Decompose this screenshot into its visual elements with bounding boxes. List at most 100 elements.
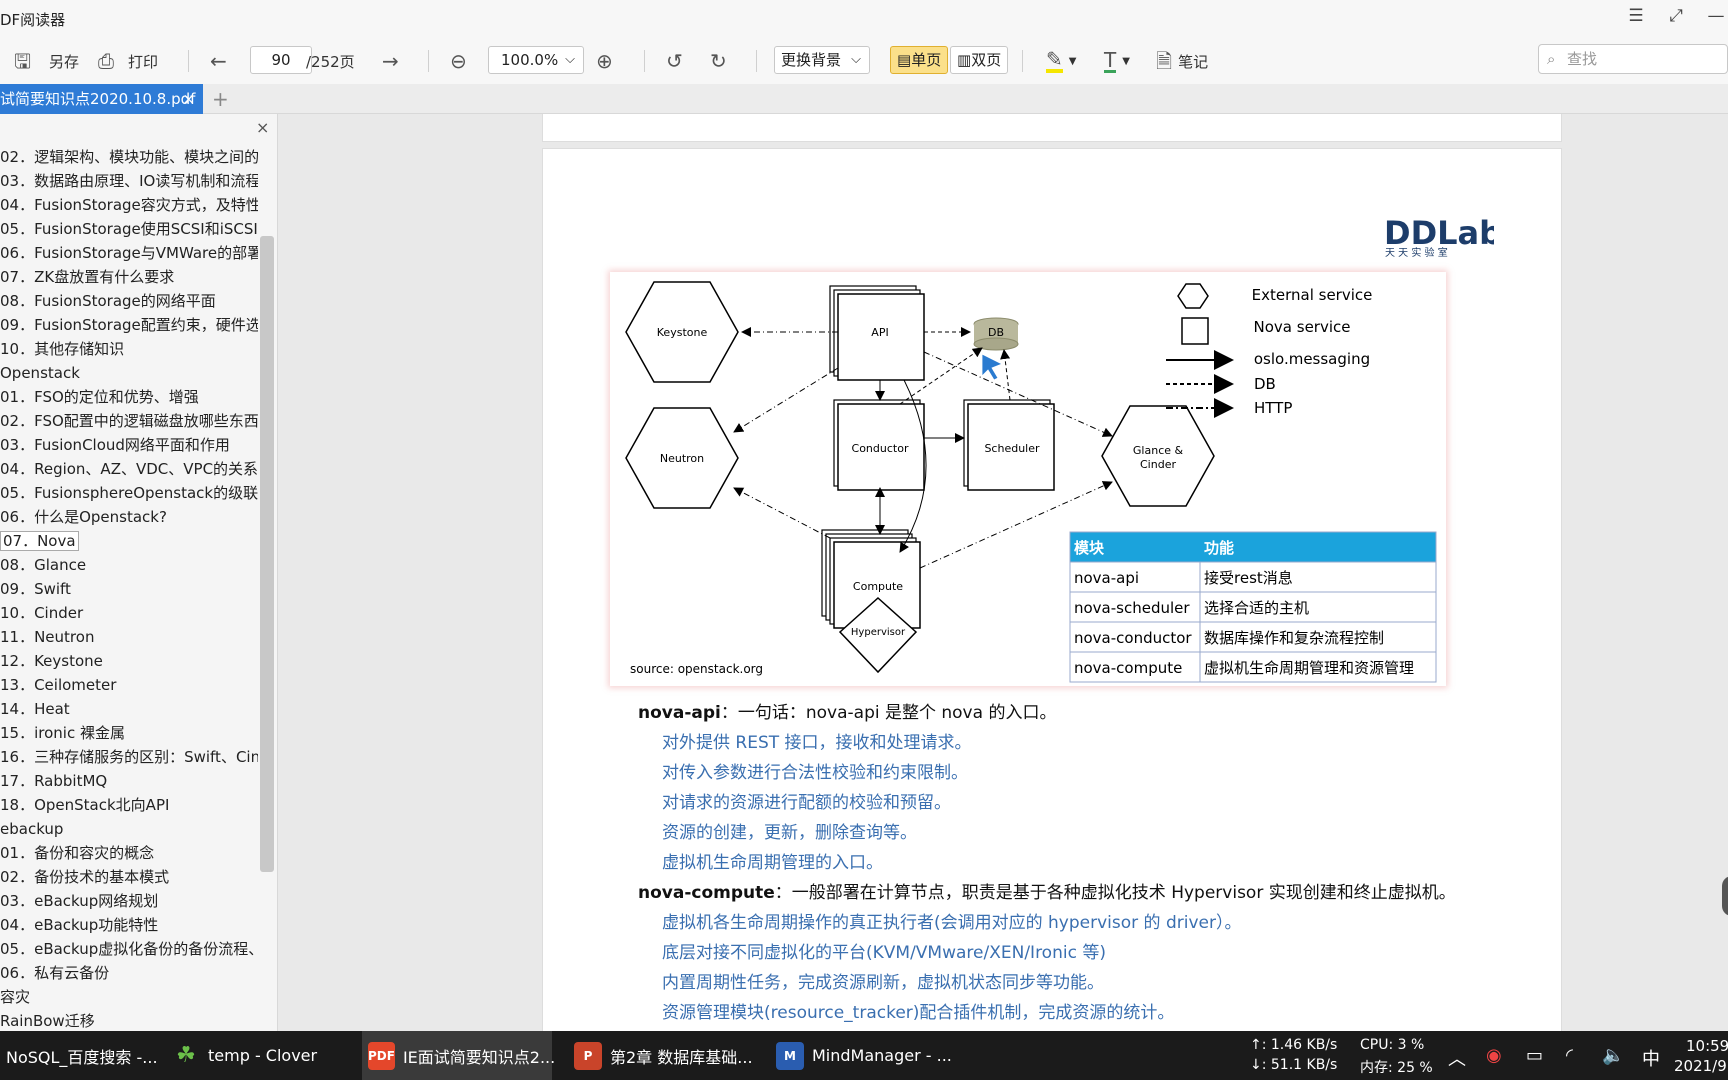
clock-time[interactable]: 10:59 xyxy=(1686,1037,1728,1055)
save-as-label: 另存 xyxy=(49,52,80,71)
chevron-down-icon: ▼ xyxy=(1068,55,1077,67)
keystone-label: Keystone xyxy=(657,326,708,339)
notes-button[interactable]: 🗎 笔记 xyxy=(1156,46,1208,76)
new-tab-button[interactable]: + xyxy=(212,84,229,114)
next-page-button[interactable]: → xyxy=(382,46,399,76)
record-icon[interactable]: ◉ xyxy=(1486,1045,1502,1066)
outline-item[interactable]: 04．Region、AZ、VDC、VPC的关系 xyxy=(0,457,258,481)
cpu-usage: CPU: 3 % xyxy=(1360,1037,1425,1053)
print-button[interactable]: ⎙ 打印 xyxy=(98,46,158,76)
outline-item[interactable]: 01．备份和容灾的概念 xyxy=(0,841,258,865)
outline-item[interactable]: 02．逻辑架构、模块功能、模块之间的关系 xyxy=(0,145,258,169)
wifi-icon[interactable]: ◜ xyxy=(1566,1045,1573,1066)
search-input[interactable]: ⌕ 查找 xyxy=(1538,44,1728,74)
outline-item-label: 06．私有云备份 xyxy=(0,964,110,982)
list-item: 内置周期性任务，完成资源刷新，虚拟机状态同步等功能。 xyxy=(662,973,1104,993)
outline-item[interactable]: 02．备份技术的基本模式 xyxy=(0,865,258,889)
outline-item[interactable]: 05．eBackup虚拟化备份的备份流程、恢复 xyxy=(0,937,258,961)
ime-indicator[interactable]: 中 xyxy=(1642,1045,1660,1071)
outline-item[interactable]: 06．什么是Openstack? xyxy=(0,505,258,529)
hamburger-icon[interactable]: ☰ xyxy=(1622,6,1650,26)
outline-item[interactable]: 09．FusionStorage配置约束，硬件选型 xyxy=(0,313,258,337)
outline-item[interactable]: 01．FSO的定位和优势、增强 xyxy=(0,385,258,409)
outline-item[interactable]: 04．FusionStorage容灾方式，及特性 xyxy=(0,193,258,217)
save-as-button[interactable]: 🖫 另存 xyxy=(14,46,79,76)
outline-item[interactable]: 07．ZK盘放置有什么要求 xyxy=(0,265,258,289)
highlight-button[interactable]: ✎ ▼ xyxy=(1046,46,1076,76)
outline-item[interactable]: 17．RabbitMQ xyxy=(0,769,258,793)
outline-item[interactable]: 10．其他存储知识 xyxy=(0,337,258,361)
outline-item-label: 05．eBackup虚拟化备份的备份流程、恢复 xyxy=(0,940,258,958)
outline-item[interactable]: 14．Heat xyxy=(0,697,258,721)
outline-item[interactable]: 04．eBackup功能特性 xyxy=(0,913,258,937)
outline-item-label: 16．三种存储服务的区别：Swift、Cinder xyxy=(0,748,258,766)
divider xyxy=(644,50,645,72)
outline-item[interactable]: 03．FusionCloud网络平面和作用 xyxy=(0,433,258,457)
nova-compute-desc: ：一般部署在计算节点，职责是基于各种虚拟化技术 Hypervisor 实现创建和… xyxy=(774,883,1456,903)
legend-hexagon-icon xyxy=(1177,283,1209,309)
chevron-up-icon[interactable]: ︿ xyxy=(1448,1045,1466,1071)
outline-item[interactable]: 05．FusionStorage使用SCSI和iSCSI的区别 xyxy=(0,217,258,241)
page-number-input[interactable]: 90 xyxy=(250,46,312,74)
minimize-icon[interactable]: — xyxy=(1702,6,1728,26)
taskbar-item-powerpoint[interactable]: P 第2章 数据库基础... xyxy=(568,1031,759,1080)
background-select[interactable]: 更换背景 ⌵ xyxy=(774,46,870,74)
taskbar-item-mindmanager[interactable]: M MindManager - ... xyxy=(770,1031,958,1080)
tab-document[interactable]: 试简要知识点2020.10.8.pdf × xyxy=(0,84,203,114)
taskbar: NoSQL_百度搜索 -... ☘ temp - Clover PDF IE面试简要… xyxy=(0,1031,1728,1080)
outline-item-label: 09．Swift xyxy=(0,580,71,598)
logo-sub-text: 天 天 实 验 室 xyxy=(1385,246,1448,258)
outline-item[interactable]: 03．数据路由原理、IO读写机制和流程 xyxy=(0,169,258,193)
outline-item[interactable]: 02．FSO配置中的逻辑磁盘放哪些东西？ xyxy=(0,409,258,433)
sidebar-scrollbar[interactable] xyxy=(260,236,274,872)
outline-item[interactable]: 13．Ceilometer xyxy=(0,673,258,697)
outline-item-label: 04．FusionStorage容灾方式，及特性 xyxy=(0,196,258,214)
outline-item[interactable]: 18．OpenStack北向API xyxy=(0,793,258,817)
taskbar-item-browser[interactable]: NoSQL_百度搜索 -... xyxy=(0,1031,164,1080)
outline-item[interactable]: RainBow迁移 xyxy=(0,1009,258,1031)
zoom-out-button[interactable]: ⊖ xyxy=(450,46,467,76)
table-header-function: 功能 xyxy=(1204,539,1234,557)
zoom-in-icon: ⊕ xyxy=(596,49,613,73)
tab-close-icon[interactable]: × xyxy=(182,84,195,114)
fullscreen-icon[interactable]: ⤢ xyxy=(1662,6,1690,26)
outline-item[interactable]: 16．三种存储服务的区别：Swift、Cinder xyxy=(0,745,258,769)
clock-date[interactable]: 2021/9 xyxy=(1674,1057,1727,1075)
source-caption: source: openstack.org xyxy=(630,662,763,676)
outline-item[interactable]: 09．Swift xyxy=(0,577,258,601)
taskbar-item-pdf[interactable]: PDF IE面试简要知识点2... xyxy=(362,1031,555,1080)
outline-item-label: 06．FusionStorage与VMWare的部署 xyxy=(0,244,258,262)
outline-item-label: 04．eBackup功能特性 xyxy=(0,916,159,934)
outline-item[interactable]: 06．FusionStorage与VMWare的部署 xyxy=(0,241,258,265)
table-cell: nova-conductor xyxy=(1074,629,1192,647)
outline-item[interactable]: 08．Glance xyxy=(0,553,258,577)
outline-item-label: Openstack xyxy=(0,364,80,382)
outline-item[interactable]: Openstack xyxy=(0,361,258,385)
outline-item[interactable]: 11．Neutron xyxy=(0,625,258,649)
battery-icon[interactable]: ▭ xyxy=(1526,1045,1543,1066)
outline-item[interactable]: 06．私有云备份 xyxy=(0,961,258,985)
sidebar-close-icon[interactable]: × xyxy=(256,118,269,137)
list-item: 对传入参数进行合法性校验和约束限制。 xyxy=(662,763,968,783)
outline-item[interactable]: 容灾 xyxy=(0,985,258,1009)
list-item: 资源的创建，更新，删除查询等。 xyxy=(662,823,917,843)
text-color-button[interactable]: T ▼ xyxy=(1104,46,1130,76)
outline-item[interactable]: 12．Keystone xyxy=(0,649,258,673)
outline-item[interactable]: 05．FusionsphereOpenstack的级联 xyxy=(0,481,258,505)
taskbar-item-clover[interactable]: ☘ temp - Clover xyxy=(166,1031,323,1080)
zoom-select[interactable]: 100.0% ⌵ xyxy=(488,46,584,74)
floating-scroll-handle[interactable] xyxy=(1722,876,1728,916)
double-page-button[interactable]: ▥双页 xyxy=(950,46,1009,74)
outline-item[interactable]: 03．eBackup网络规划 xyxy=(0,889,258,913)
zoom-in-button[interactable]: ⊕ xyxy=(596,46,613,76)
prev-page-button[interactable]: ← xyxy=(210,46,227,76)
outline-item[interactable]: 08．FusionStorage的网络平面 xyxy=(0,289,258,313)
outline-item[interactable]: 07．Nova xyxy=(0,529,258,553)
outline-item[interactable]: ebackup xyxy=(0,817,258,841)
outline-item[interactable]: 15．ironic 裸金属 xyxy=(0,721,258,745)
single-page-button[interactable]: ▤单页 xyxy=(890,46,949,74)
outline-item[interactable]: 10．Cinder xyxy=(0,601,258,625)
volume-icon[interactable]: 🔈 xyxy=(1602,1045,1624,1066)
rotate-left-button[interactable]: ↺ xyxy=(666,46,683,76)
rotate-right-button[interactable]: ↻ xyxy=(710,46,727,76)
